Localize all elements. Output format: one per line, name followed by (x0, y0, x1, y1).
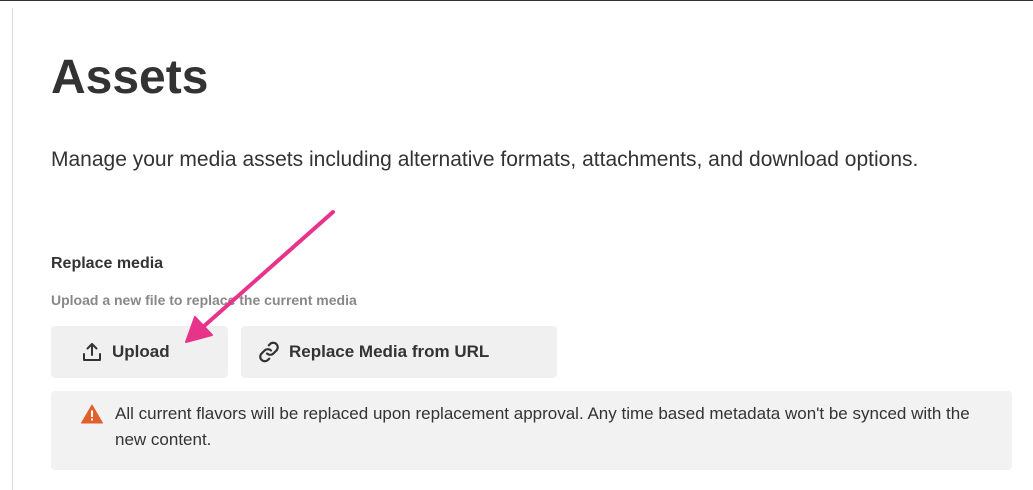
replace-media-title: Replace media (51, 255, 164, 272)
warning-alert-text: All current flavors will be replaced upo… (115, 404, 970, 449)
upload-button[interactable]: Upload (51, 326, 228, 378)
page-description: Manage your media assets including alter… (51, 148, 919, 171)
left-divider (12, 8, 13, 490)
replace-media-from-url-button[interactable]: Replace Media from URL (241, 326, 557, 378)
upload-icon (80, 340, 104, 364)
replace-media-from-url-label: Replace Media from URL (289, 342, 490, 361)
top-divider (0, 0, 1033, 1)
warning-icon (81, 404, 103, 424)
link-icon (257, 340, 281, 364)
warning-alert: All current flavors will be replaced upo… (51, 391, 1012, 470)
upload-button-label: Upload (112, 342, 170, 361)
replace-media-subtitle: Upload a new file to replace the current… (51, 292, 357, 308)
page-title: Assets (51, 51, 209, 104)
